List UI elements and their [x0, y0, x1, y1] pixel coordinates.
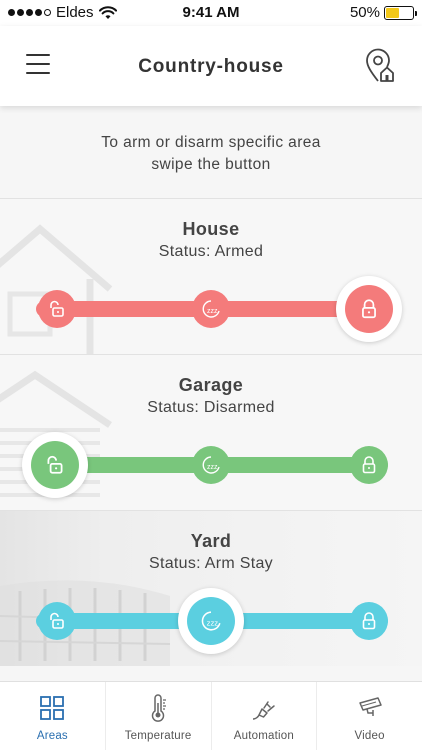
area-status: Status: Armed [158, 243, 264, 260]
disarm-node[interactable] [38, 602, 76, 640]
armed-slider-handle[interactable] [336, 276, 402, 342]
area-name: Yard [190, 531, 232, 551]
bottom-tab-bar: Areas Temperature Automation Video [0, 681, 422, 750]
sleep-icon: zzz [202, 300, 220, 318]
plug-icon [252, 701, 275, 720]
area-status: Status: Arm Stay [149, 555, 273, 572]
disarmed-slider-handle[interactable] [22, 432, 88, 498]
arm-stay-node[interactable]: zzz [192, 290, 230, 328]
location-house-icon [366, 48, 394, 82]
tab-areas[interactable]: Areas [0, 682, 106, 750]
unlock-icon [50, 300, 64, 317]
arm-stay-slider-handle[interactable]: zzz [178, 588, 244, 654]
arm-node[interactable] [350, 446, 388, 484]
svg-text:zzz: zzz [207, 464, 218, 471]
tab-video[interactable]: Video [317, 682, 422, 750]
arm-node[interactable] [350, 602, 388, 640]
swipe-instructions: To arm or disarm specific area swipe the… [101, 134, 321, 173]
lock-icon [362, 299, 376, 319]
location-button[interactable] [364, 48, 396, 84]
svg-text:zzz: zzz [207, 308, 218, 315]
battery-info: 50% [349, 4, 417, 21]
area-name: Garage [178, 375, 244, 395]
tab-label: Video [354, 730, 385, 742]
disarm-node[interactable] [38, 290, 76, 328]
arm-stay-node[interactable]: zzz [192, 446, 230, 484]
tab-label: Temperature [124, 730, 192, 742]
grid-icon [40, 696, 65, 720]
svg-text:zzz: zzz [207, 618, 219, 627]
unlock-icon [47, 455, 63, 474]
page-title: Country-house [138, 56, 284, 77]
status-bar: Eldes 9:41 AM 50% [0, 0, 422, 26]
area-card-yard: Yard Status: Arm Stay zzz [0, 510, 422, 666]
sleep-icon: zzz [201, 611, 221, 631]
area-status: Status: Disarmed [147, 399, 275, 416]
camera-icon [358, 697, 382, 716]
tab-label: Areas [36, 730, 68, 742]
tab-automation[interactable]: Automation [212, 682, 318, 750]
area-name: House [182, 219, 240, 239]
battery-percent: 50% [349, 4, 380, 21]
unlock-icon [50, 612, 64, 629]
tab-temperature[interactable]: Temperature [106, 682, 212, 750]
lock-icon [362, 456, 376, 474]
battery-icon [384, 5, 417, 20]
app-header: Country-house [0, 26, 422, 106]
area-card-house: House Status: Armed zzz [0, 198, 422, 354]
area-card-garage: Garage Status: Disarmed zzz [0, 354, 422, 510]
thermometer-icon [151, 694, 167, 722]
lock-icon [362, 612, 376, 630]
areas-panel: To arm or disarm specific area swipe the… [0, 106, 422, 681]
sleep-icon: zzz [202, 456, 220, 474]
tab-label: Automation [233, 730, 294, 742]
